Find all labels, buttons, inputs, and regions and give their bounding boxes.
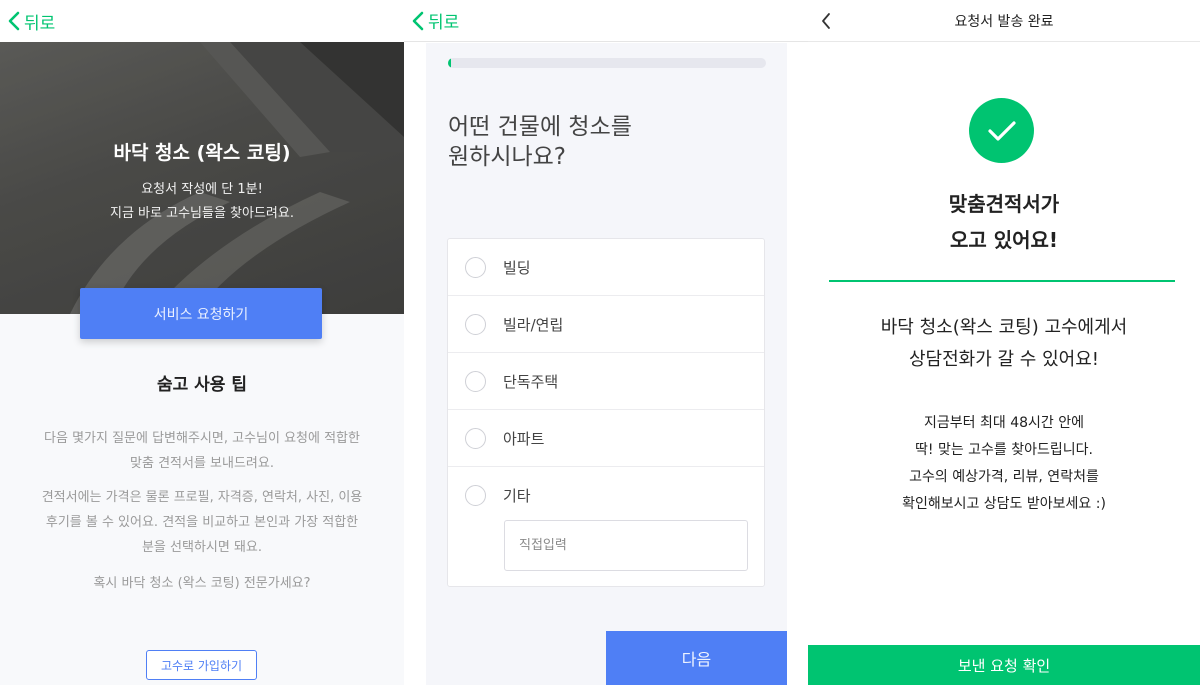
info-line: 지금부터 최대 48시간 안에 [924,415,1084,431]
headline-line: 오고 있어요! [949,228,1059,252]
divider [829,280,1175,282]
option-label: 단독주택 [503,372,559,391]
progress-bar [448,58,766,68]
join-as-expert-button[interactable]: 고수로 가입하기 [146,650,257,680]
page-title: 요청서 발송 완료 [954,13,1054,30]
hero-subtitle: 요청서 작성에 단 1분! 지금 바로 고수님들을 찾아드려요. [0,178,404,226]
consult-line: 상담전화가 갈 수 있어요! [909,349,1099,370]
service-intro-screen: 뒤로 바닥 청소 (왁스 코팅) 요청서 작성에 단 1분! 지금 바로 고수님… [0,0,404,685]
chevron-left-icon [8,11,20,31]
back-label: 뒤로 [24,13,56,34]
option-label: 빌딩 [503,258,531,277]
tips-line: 후기를 볼 수 있어요. 견적을 비교하고 본인과 가장 적합한 [45,515,359,530]
hero-subtitle-line: 요청서 작성에 단 1분! [141,182,263,197]
back-button[interactable]: 뒤로 [8,9,55,34]
hero-subtitle-line: 지금 바로 고수님들을 찾아드려요. [110,206,294,221]
radio-button[interactable] [465,427,486,449]
tips-paragraph: 견적서에는 가격은 물론 프로필, 자격증, 연락처, 사진, 이용 후기를 볼… [16,485,388,560]
success-headline: 맞춤견적서가 오고 있어요! [808,186,1200,258]
back-label: 뒤로 [428,13,460,33]
view-sent-request-button[interactable]: 보낸 요청 확인 [808,645,1200,685]
progress-fill [448,58,452,68]
option-label: 기타 [503,487,531,505]
question-title: 어떤 건물에 청소를 원하시나요? [448,112,768,172]
info-line: 딱! 맞는 고수를 찾아드립니다. [915,442,1093,458]
options-list: 빌딩 빌라/연립 단독주택 아파트 기타 [447,238,765,587]
tips-section: 숨고 사용 팁 다음 몇가지 질문에 답변해주시면, 고수님이 요청에 적합한 … [0,314,404,685]
radio-button[interactable] [465,370,486,392]
hero-banner: 바닥 청소 (왁스 코팅) 요청서 작성에 단 1분! 지금 바로 고수님들을 … [0,42,404,314]
question-panel: 어떤 건물에 청소를 원하시나요? 빌딩 빌라/연립 단독주택 아파트 기타 직… [426,43,787,685]
building-type-screen: 뒤로 어떤 건물에 청소를 원하시나요? 빌딩 빌라/연립 단독주택 아파트 기… [404,0,808,685]
tips-line: 다음 몇가지 질문에 답변해주시면, 고수님이 요청에 적합한 [44,431,360,446]
tips-line: 맞춤 견적서를 보내드려요. [130,456,274,471]
radio-button[interactable] [465,313,486,335]
tips-paragraph: 다음 몇가지 질문에 답변해주시면, 고수님이 요청에 적합한 맞춤 견적서를 … [16,426,388,476]
top-bar: 뒤로 [404,0,808,42]
check-icon [987,120,1016,141]
option-apartment[interactable]: 아파트 [448,410,764,467]
consult-line: 바닥 청소(왁스 코팅) 고수에게서 [880,317,1128,338]
question-line: 어떤 건물에 청소를 [448,114,632,140]
next-button[interactable]: 다음 [606,631,787,685]
headline-line: 맞춤견적서가 [948,192,1060,216]
tips-title: 숨고 사용 팁 [156,375,248,395]
expert-question: 혹시 바닥 청소 (왁스 코팅) 전문가세요? [93,576,311,591]
option-house[interactable]: 단독주택 [448,353,764,410]
top-bar: 뒤로 [0,0,404,42]
option-label: 빌라/연립 [503,315,564,334]
custom-input[interactable] [504,520,748,571]
question-line: 원하시나요? [448,144,567,170]
tips-line: 분을 선택하시면 돼요. [141,540,263,555]
chevron-left-icon [412,11,424,30]
top-bar: 요청서 발송 완료 [808,0,1200,42]
success-check-icon [969,98,1034,163]
tips-line: 견적서에는 가격은 물론 프로필, 자격증, 연락처, 사진, 이용 [41,490,363,505]
hero-title: 바닥 청소 (왁스 코팅) [113,142,291,164]
info-message: 지금부터 최대 48시간 안에 딱! 맞는 고수를 찾아드립니다. 고수의 예상… [808,410,1200,518]
back-button[interactable]: 뒤로 [412,8,459,33]
info-line: 고수의 예상가격, 리뷰, 연락처를 [909,469,1099,485]
radio-button[interactable] [465,485,486,506]
chevron-left-icon[interactable] [820,11,832,31]
option-building[interactable]: 빌딩 [448,239,764,296]
consult-message: 바닥 청소(왁스 코팅) 고수에게서 상담전화가 갈 수 있어요! [808,312,1200,376]
radio-button[interactable] [465,256,486,278]
info-line: 확인해보시고 상담도 받아보세요 :) [902,496,1106,512]
option-other[interactable]: 기타 [448,467,764,524]
request-service-button[interactable]: 서비스 요청하기 [80,288,322,339]
option-label: 아파트 [503,429,545,448]
request-sent-screen: 요청서 발송 완료 맞춤견적서가 오고 있어요! 바닥 청소(왁스 코팅) 고수… [808,0,1200,685]
option-villa[interactable]: 빌라/연립 [448,296,764,353]
